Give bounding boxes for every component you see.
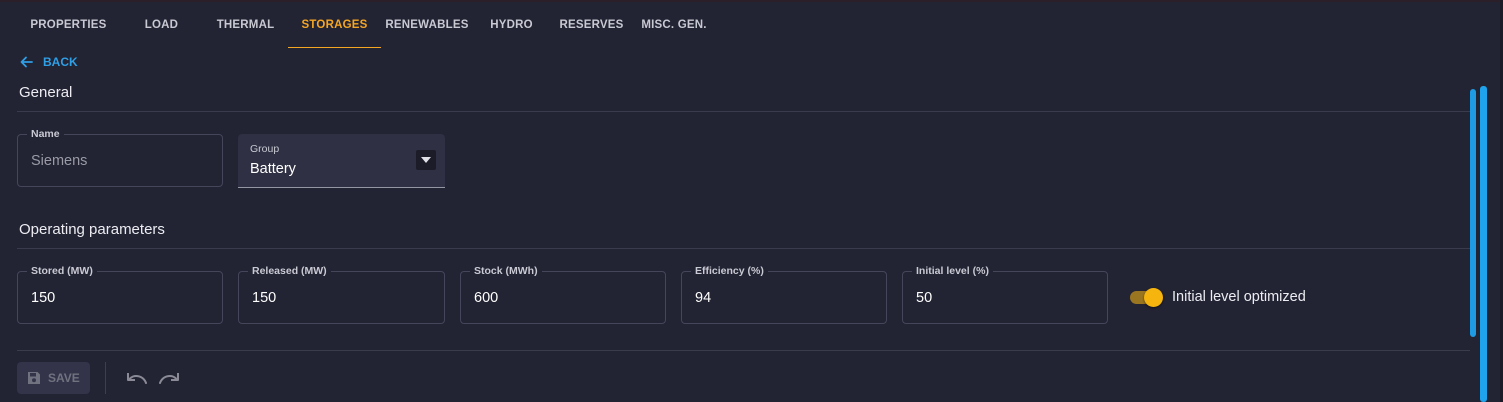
tab-reserves[interactable]: RESERVES [550,2,633,48]
footer-divider [17,350,1470,351]
initial-level-optimized-toggle[interactable] [1128,287,1164,307]
inner-scrollbar[interactable] [1470,89,1476,337]
undo-button[interactable] [125,368,149,388]
save-button[interactable]: SAVE [17,362,90,394]
released-mw-label: Released (MW) [248,265,331,277]
toggle-thumb [1144,288,1163,307]
group-select-value: Battery [250,161,296,177]
group-select-label: Group [250,143,280,155]
redo-icon [159,373,179,384]
initial-level-optimized-label: Initial level optimized [1172,289,1306,305]
stock-mwh-label: Stock (MWh) [470,265,542,277]
released-mw-field[interactable]: Released (MW) 150 [238,265,445,324]
tab-thermal[interactable]: THERMAL [203,2,288,48]
tab-bar: PROPERTIES LOAD THERMAL STORAGES RENEWAB… [17,2,715,48]
initial-level-field[interactable]: Initial level (%) 50 [902,265,1108,324]
stored-mw-field[interactable]: Stored (MW) 150 [17,265,223,324]
operating-section-title: Operating parameters [19,221,165,238]
outer-scrollbar[interactable] [1480,86,1487,402]
tab-misc-gen[interactable]: MISC. GEN. [633,2,715,48]
tab-renewables[interactable]: RENEWABLES [381,2,473,48]
back-link[interactable]: BACK [20,53,78,71]
efficiency-field[interactable]: Efficiency (%) 94 [681,265,887,324]
stored-mw-value: 150 [31,290,56,306]
tab-storages[interactable]: STORAGES [288,2,381,48]
general-divider [17,111,1470,112]
arrow-left-icon [20,56,33,68]
group-select[interactable]: Group Battery [238,134,445,188]
tab-load[interactable]: LOAD [120,2,203,48]
chevron-down-icon[interactable] [416,150,436,170]
save-label: SAVE [48,371,80,385]
footer-separator [105,362,106,394]
released-mw-value: 150 [252,290,277,306]
operating-divider [17,248,1470,249]
save-icon [28,372,40,384]
stock-mwh-value: 600 [474,290,499,306]
tab-hydro[interactable]: HYDRO [473,2,550,48]
name-field-value: Siemens [31,153,88,169]
initial-level-label: Initial level (%) [912,265,993,277]
back-label: BACK [43,55,78,69]
stock-mwh-field[interactable]: Stock (MWh) 600 [460,265,666,324]
efficiency-label: Efficiency (%) [691,265,768,277]
stored-mw-label: Stored (MW) [27,265,97,277]
redo-button[interactable] [157,368,181,388]
name-field[interactable]: Name Siemens [17,128,223,187]
efficiency-value: 94 [695,290,712,306]
general-section-title: General [19,84,73,101]
name-field-label: Name [27,128,64,140]
undo-icon [127,373,147,384]
tab-properties[interactable]: PROPERTIES [17,2,120,48]
initial-level-value: 50 [916,290,933,306]
